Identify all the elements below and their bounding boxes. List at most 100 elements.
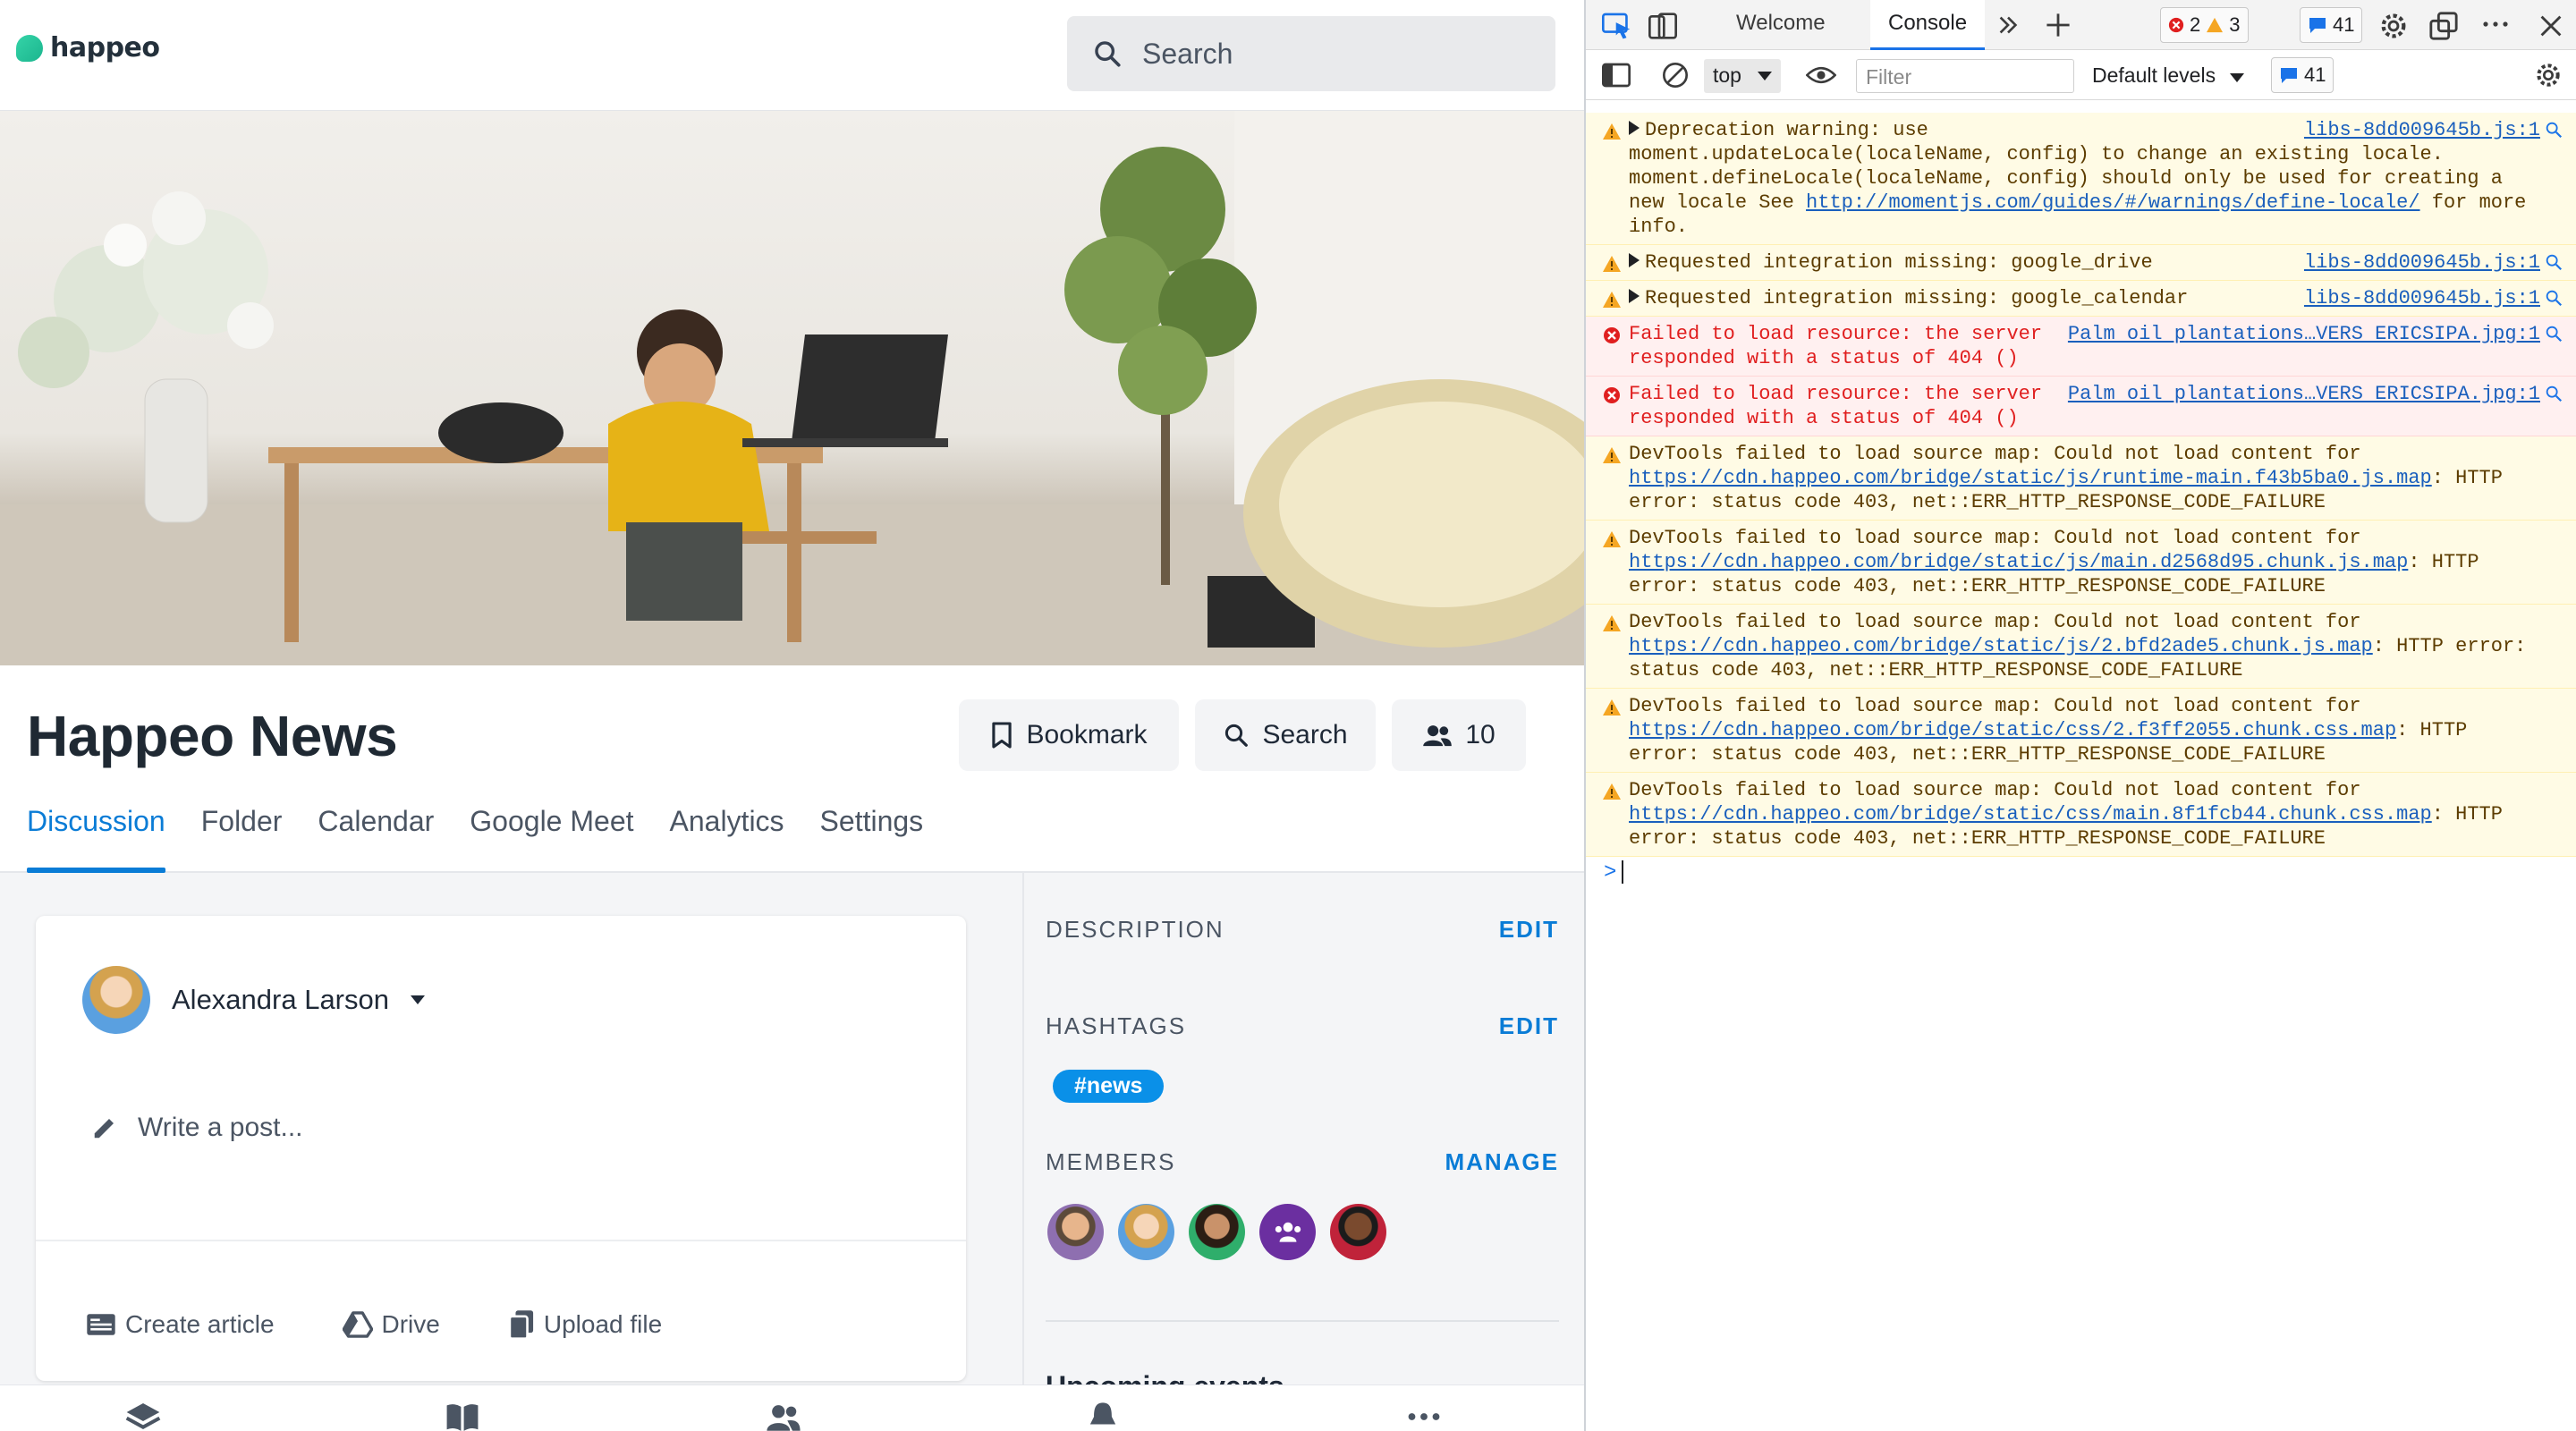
hashtag-chip[interactable]: #news [1053, 1070, 1165, 1103]
more-tabs-icon[interactable] [1997, 14, 2019, 36]
search-in-source-icon[interactable] [2544, 120, 2563, 140]
tab-google-meet[interactable]: Google Meet [470, 805, 669, 873]
console-message-count[interactable]: 41 [2271, 57, 2334, 93]
article-icon [87, 1314, 115, 1335]
tab-welcome[interactable]: Welcome [1736, 11, 1826, 36]
more-options-icon[interactable] [2482, 20, 2509, 29]
happeo-logo-mark [16, 34, 43, 62]
hashtags-edit-button[interactable]: EDIT [1499, 1012, 1559, 1040]
console-message-warning[interactable]: DevTools failed to load source map: Coul… [1586, 605, 2576, 689]
people-icon[interactable] [766, 1401, 801, 1431]
message-count: 41 [2333, 13, 2355, 36]
message-url-link[interactable]: https://cdn.happeo.com/bridge/static/css… [1629, 803, 2432, 826]
layers-icon[interactable] [125, 1401, 161, 1431]
tab-discussion[interactable]: Discussion [27, 805, 201, 873]
messages-counter[interactable]: 41 [2300, 7, 2363, 43]
inspect-element-icon[interactable] [1602, 13, 1632, 39]
console-settings-gear-icon[interactable] [2534, 61, 2563, 89]
bookmark-button[interactable]: Bookmark [959, 699, 1179, 771]
console-filter-input[interactable]: Filter [1856, 59, 2074, 93]
members-count: 10 [1465, 720, 1496, 749]
console-message-warning[interactable]: libs-8dd009645b.js:1 Requested integratio… [1586, 245, 2576, 281]
description-edit-button[interactable]: EDIT [1499, 916, 1559, 944]
settings-gear-icon[interactable] [2378, 11, 2409, 41]
drive-button[interactable]: Drive [342, 1309, 440, 1340]
message-source-link[interactable]: libs-8dd009645b.js:1 [2304, 118, 2540, 142]
warning-icon [1603, 531, 1621, 547]
members-button[interactable]: 10 [1392, 699, 1526, 771]
google-drive-icon [342, 1311, 373, 1338]
composer-user-selector[interactable]: Alexandra Larson [82, 966, 425, 1034]
avatar[interactable] [1189, 1204, 1245, 1260]
message-text: DevTools failed to load source map: Coul… [1629, 695, 2361, 717]
console-messages: libs-8dd009645b.js:1 Deprecation warning:… [1586, 113, 2576, 893]
more-icon[interactable] [1408, 1401, 1440, 1431]
close-icon[interactable] [2539, 14, 2563, 38]
console-message-warning[interactable]: libs-8dd009645b.js:1 Requested integratio… [1586, 281, 2576, 317]
search-label: Search [1262, 720, 1348, 749]
message-url-link[interactable]: https://cdn.happeo.com/bridge/static/css… [1629, 719, 2396, 741]
sidebar-toggle-icon[interactable] [1602, 63, 1631, 88]
hashtags-label: HASHTAGS [1046, 1012, 1187, 1039]
bookmark-icon [992, 722, 1013, 749]
tab-analytics[interactable]: Analytics [670, 805, 820, 873]
search-in-source-icon[interactable] [2544, 252, 2563, 272]
search-in-source-icon[interactable] [2544, 384, 2563, 403]
avatar[interactable] [1118, 1204, 1174, 1260]
write-post-input[interactable]: Write a post... [91, 1113, 303, 1143]
device-toolbar-icon[interactable] [1648, 13, 1677, 39]
tab-settings[interactable]: Settings [820, 805, 960, 873]
console-message-warning[interactable]: libs-8dd009645b.js:1 Deprecation warning:… [1586, 113, 2576, 245]
message-source-link[interactable]: Palm oil plantations…VERS ERICSIPA.jpg:1 [2068, 322, 2540, 346]
create-article-button[interactable]: Create article [86, 1309, 275, 1340]
console-message-error[interactable]: Palm oil plantations…VERS ERICSIPA.jpg:1… [1586, 317, 2576, 377]
issues-counter[interactable]: 2 3 [2160, 7, 2249, 43]
expand-triangle-icon[interactable] [1629, 121, 1640, 135]
channel-header: Happeo News Bookmark Search 10 Discussio… [0, 665, 1584, 873]
warning-count: 3 [2229, 13, 2241, 36]
expand-triangle-icon[interactable] [1629, 253, 1640, 267]
console-message-warning[interactable]: DevTools failed to load source map: Coul… [1586, 436, 2576, 521]
console-message-warning[interactable]: DevTools failed to load source map: Coul… [1586, 689, 2576, 773]
message-source-link[interactable]: libs-8dd009645b.js:1 [2304, 250, 2540, 275]
avatar[interactable] [1259, 1204, 1316, 1260]
message-url-link[interactable]: http://momentjs.com/guides/#/warnings/de… [1806, 191, 2420, 214]
happeo-logo[interactable]: happeo [16, 32, 160, 64]
channel-tabs: Discussion Folder Calendar Google Meet A… [27, 805, 959, 873]
expand-triangle-icon[interactable] [1629, 289, 1640, 303]
dock-side-icon[interactable] [2428, 11, 2459, 41]
book-icon[interactable] [445, 1401, 479, 1431]
members-manage-button[interactable]: MANAGE [1445, 1148, 1559, 1176]
message-url-link[interactable]: https://cdn.happeo.com/bridge/static/js/… [1629, 551, 2408, 573]
context-select[interactable]: top [1704, 59, 1781, 93]
global-search-input[interactable]: Search [1067, 16, 1555, 91]
prompt-chevron-icon: > [1604, 860, 1617, 885]
bell-icon[interactable] [1088, 1401, 1118, 1431]
tab-calendar[interactable]: Calendar [318, 805, 470, 873]
channel-search-button[interactable]: Search [1195, 699, 1376, 771]
search-in-source-icon[interactable] [2544, 288, 2563, 308]
message-url-link[interactable]: https://cdn.happeo.com/bridge/static/js/… [1629, 635, 2373, 657]
log-levels-dropdown[interactable]: Default levels [2092, 64, 2245, 88]
search-in-source-icon[interactable] [2544, 324, 2563, 343]
message-source-link[interactable]: Palm oil plantations…VERS ERICSIPA.jpg:1 [2068, 382, 2540, 406]
upload-file-button[interactable]: Upload file [508, 1309, 662, 1340]
error-count: 2 [2190, 13, 2201, 36]
message-text: DevTools failed to load source map: Coul… [1629, 779, 2361, 801]
avatar[interactable] [1047, 1204, 1104, 1260]
tab-console[interactable]: Console [1870, 0, 1986, 50]
clear-console-icon[interactable] [1661, 61, 1690, 89]
add-tab-icon[interactable] [2046, 13, 2071, 38]
avatar[interactable] [1330, 1204, 1386, 1260]
tab-folder[interactable]: Folder [201, 805, 318, 873]
console-message-error[interactable]: Palm oil plantations…VERS ERICSIPA.jpg:1… [1586, 377, 2576, 436]
live-expression-eye-icon[interactable] [1806, 63, 1836, 88]
warning-icon [1603, 123, 1621, 140]
console-message-warning[interactable]: DevTools failed to load source map: Coul… [1586, 773, 2576, 857]
message-url-link[interactable]: https://cdn.happeo.com/bridge/static/js/… [1629, 467, 2432, 489]
warning-icon [1603, 447, 1621, 463]
message-source-link[interactable]: libs-8dd009645b.js:1 [2304, 286, 2540, 310]
console-message-warning[interactable]: DevTools failed to load source map: Coul… [1586, 521, 2576, 605]
text-caret [1622, 860, 1624, 884]
console-input-prompt[interactable]: > [1586, 857, 2576, 893]
